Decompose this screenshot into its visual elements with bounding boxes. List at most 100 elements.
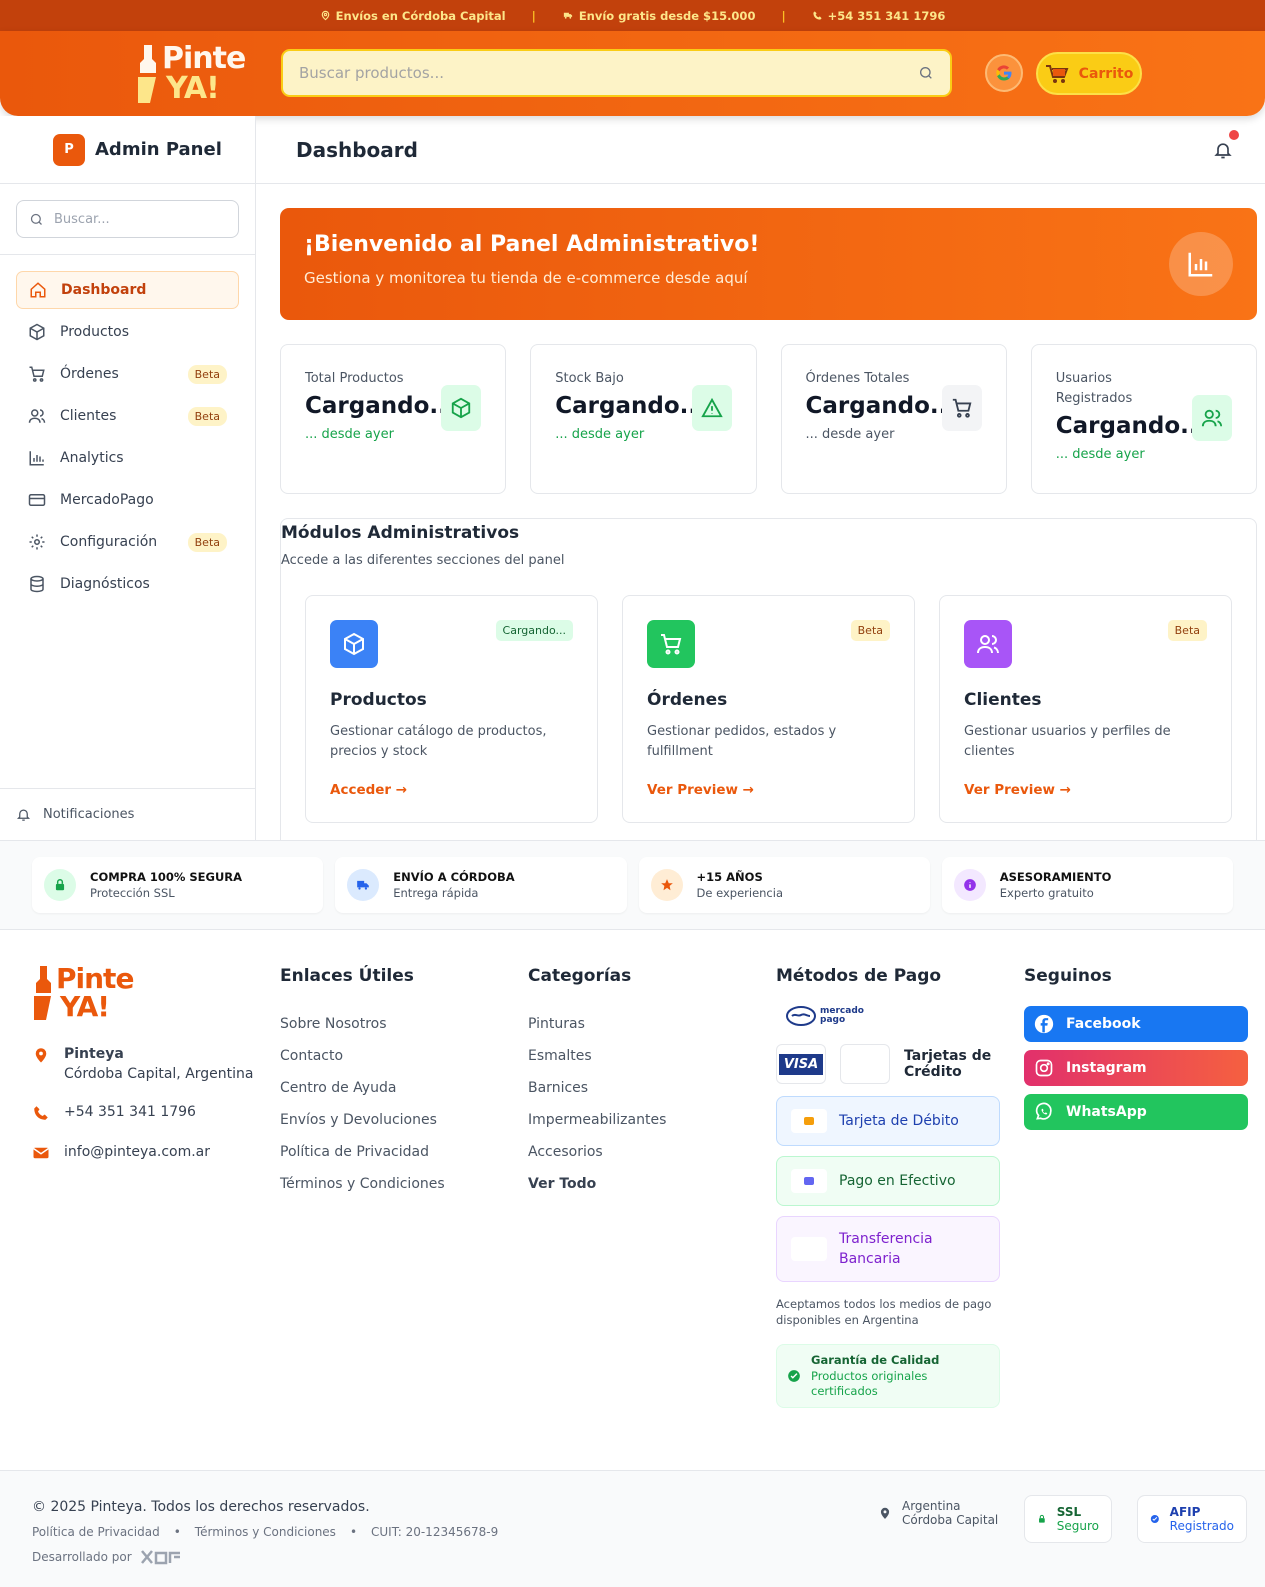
sidebar-item-ordenes[interactable]: Órdenes Beta <box>16 355 239 393</box>
module-link[interactable]: Ver Preview → <box>647 782 890 798</box>
footer-link[interactable]: Términos y Condiciones <box>280 1176 445 1194</box>
google-icon <box>996 65 1012 81</box>
module-title: Productos <box>330 690 427 710</box>
company-name: Pinteya <box>64 1046 124 1062</box>
facebook-label: Facebook <box>1066 1016 1141 1032</box>
sidebar-search-input[interactable]: Buscar... <box>16 200 239 238</box>
shipping-info: Envío gratis desde $15.000 <box>562 8 756 23</box>
welcome-text: Gestiona y monitorea tu tienda de e-comm… <box>304 269 748 287</box>
privacy-link[interactable]: Política de Privacidad <box>32 1525 160 1539</box>
search-placeholder: Buscar productos... <box>299 64 444 82</box>
module-link[interactable]: Acceder → <box>330 782 573 798</box>
module-description: Gestionar usuarios y perfiles de cliente… <box>964 724 1171 759</box>
notifications-link[interactable]: Notificaciones <box>0 788 255 840</box>
payments-note: Aceptamos todos los medios de pago dispo… <box>776 1297 992 1327</box>
mercadopago-logo: mercado pago <box>786 1006 1006 1026</box>
phone-info[interactable]: +54 351 341 1796 <box>812 9 945 23</box>
lock-icon <box>44 869 76 901</box>
beta-badge: Beta <box>1167 620 1207 641</box>
phone-text: +54 351 341 1796 <box>64 1104 196 1120</box>
check-circle-icon <box>1150 1514 1159 1524</box>
instagram-icon <box>1035 1059 1053 1077</box>
logo-text-bottom: YA! <box>166 71 220 106</box>
search-icon[interactable] <box>918 65 934 81</box>
sidebar-item-label: Configuración <box>60 534 158 550</box>
footer-column-title: Enlaces Útiles <box>280 966 414 986</box>
sidebar-item-configuracion[interactable]: Configuración Beta <box>16 523 239 561</box>
trust-title: +15 AÑOS <box>696 870 763 884</box>
google-login-button[interactable] <box>985 54 1023 92</box>
product-search-input[interactable]: Buscar productos... <box>281 49 952 97</box>
cart-icon <box>647 620 695 668</box>
trust-badges-bar: COMPRA 100% SEGURA Protección SSL ENVÍO A… <box>0 840 1265 930</box>
footer-email[interactable]: info@pinteya.com.ar <box>32 1144 262 1162</box>
company-address: Córdoba Capital, Argentina <box>64 1066 254 1082</box>
separator-dot: • <box>173 1525 181 1539</box>
module-link[interactable]: Ver Preview → <box>964 782 1207 798</box>
whatsapp-button[interactable]: WhatsApp <box>1024 1094 1248 1130</box>
debit-card-icon <box>791 1109 827 1133</box>
stat-card-ordenes-totales: Órdenes Totales Cargando... ... desde ay… <box>780 344 1007 494</box>
footer-category-link[interactable]: Impermeabilizantes <box>528 1112 666 1130</box>
module-card-productos[interactable]: Cargando... Productos Gestionar catálogo… <box>305 595 598 823</box>
footer-column-title: Seguinos <box>1024 966 1112 986</box>
sidebar-item-label: Analytics <box>60 450 124 466</box>
visa-icon: VISA <box>776 1044 826 1084</box>
developer-logo[interactable] <box>140 1549 186 1565</box>
terms-link[interactable]: Términos y Condiciones <box>195 1525 336 1539</box>
stat-label: Usuarios Registrados <box>1055 371 1133 406</box>
cart-button[interactable]: Carrito <box>1036 52 1142 95</box>
location-text: Envíos en Córdoba Capital <box>335 8 506 23</box>
footer-category-link[interactable]: Pinturas <box>528 1016 666 1034</box>
footer-category-link[interactable]: Accesorios <box>528 1144 666 1162</box>
pinteya-logo[interactable]: Pinte YA! <box>136 41 250 106</box>
footer-category-link[interactable]: Barnices <box>528 1080 666 1098</box>
cash-option: Pago en Efectivo <box>776 1156 1000 1206</box>
footer-phone[interactable]: +54 351 341 1796 <box>32 1104 262 1122</box>
debit-card-option: Tarjeta de Débito <box>776 1096 1000 1146</box>
footer-link[interactable]: Sobre Nosotros <box>280 1016 445 1034</box>
ssl-badge: SSL Seguro <box>1024 1495 1112 1543</box>
sidebar-item-diagnosticos[interactable]: Diagnósticos <box>16 565 239 603</box>
bar-chart-icon <box>29 451 44 466</box>
sidebar-item-analytics[interactable]: Analytics <box>16 439 239 477</box>
trust-subtitle: Protección SSL <box>90 886 175 900</box>
footer-category-link[interactable]: Ver Todo <box>528 1176 666 1194</box>
users-icon <box>28 409 46 423</box>
trust-title: COMPRA 100% SEGURA <box>90 870 243 884</box>
map-pin-icon <box>35 1048 47 1063</box>
sidebar-item-mercadopago[interactable]: MercadoPago <box>16 481 239 519</box>
separator: | <box>781 8 786 23</box>
instagram-button[interactable]: Instagram <box>1024 1050 1248 1086</box>
footer-link[interactable]: Política de Privacidad <box>280 1144 445 1162</box>
sidebar-item-label: Productos <box>60 324 130 340</box>
footer-category-link[interactable]: Esmaltes <box>528 1048 666 1066</box>
quality-guarantee: Garantía de Calidad Productos originales … <box>776 1344 1000 1408</box>
status-badge: Cargando... <box>495 620 573 641</box>
country-text: Argentina <box>902 1499 961 1513</box>
shipping-text: Envío gratis desde $15.000 <box>578 8 756 23</box>
footer-link[interactable]: Centro de Ayuda <box>280 1080 445 1098</box>
sidebar-item-label: Dashboard <box>61 282 147 298</box>
analytics-icon <box>1169 232 1233 296</box>
footer-logo[interactable]: Pinte YA! <box>32 962 142 1023</box>
trust-badge-experience: +15 AÑOS De experiencia <box>638 857 930 913</box>
cart-icon <box>29 366 45 382</box>
ssl-subtitle: Seguro <box>1056 1519 1099 1533</box>
module-title: Clientes <box>964 690 1042 710</box>
facebook-button[interactable]: Facebook <box>1024 1006 1248 1042</box>
trust-badge-advice: ASESORAMIENTO Experto gratuito <box>941 857 1233 913</box>
module-card-ordenes[interactable]: Beta Órdenes Gestionar pedidos, estados … <box>622 595 915 823</box>
footer-bottom-bar: © 2025 Pinteya. Todos los derechos reser… <box>0 1470 1265 1587</box>
admin-logo: P <box>53 133 85 166</box>
sidebar-item-dashboard[interactable]: Dashboard <box>16 271 239 309</box>
module-card-clientes[interactable]: Beta Clientes Gestionar usuarios y perfi… <box>939 595 1232 823</box>
city-text: Córdoba Capital <box>902 1513 999 1527</box>
notification-bell-icon[interactable] <box>1213 140 1233 160</box>
bank-transfer-option: Transferencia Bancaria <box>776 1216 1000 1282</box>
sidebar-item-clientes[interactable]: Clientes Beta <box>16 397 239 435</box>
sidebar-item-productos[interactable]: Productos <box>16 313 239 351</box>
footer-link[interactable]: Envíos y Devoluciones <box>280 1112 445 1130</box>
trust-title: ASESORAMIENTO <box>999 870 1112 884</box>
footer-link[interactable]: Contacto <box>280 1048 445 1066</box>
